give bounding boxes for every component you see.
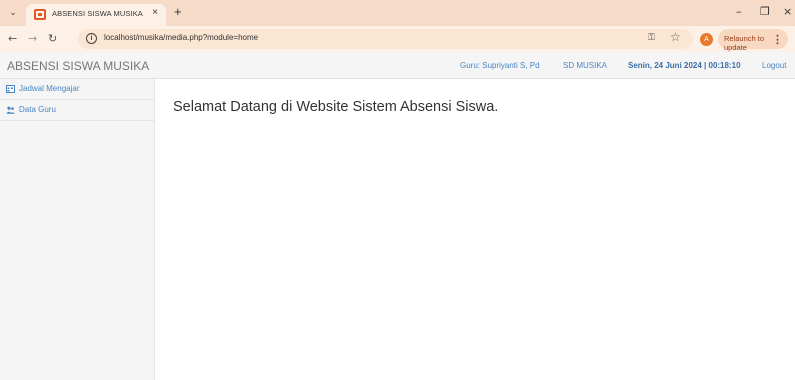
- tab-title: ABSENSI SISWA MUSIKA: [52, 9, 143, 18]
- password-key-icon[interactable]: ⚿: [648, 32, 655, 43]
- window-close-button[interactable]: ×: [783, 5, 792, 18]
- tab-search-chevron-icon[interactable]: ⌄: [6, 6, 20, 20]
- address-bar[interactable]: i localhost/musika/media.php?module=home…: [78, 29, 693, 49]
- reload-icon[interactable]: ↻: [48, 32, 57, 45]
- browser-tab-strip: ⌄ ABSENSI SISWA MUSIKA × + – ❐ ×: [0, 0, 795, 26]
- browser-tab[interactable]: ABSENSI SISWA MUSIKA ×: [26, 4, 166, 26]
- browser-toolbar: ← → ↻ i localhost/musika/media.php?modul…: [0, 26, 795, 52]
- profile-avatar[interactable]: A: [700, 33, 713, 46]
- back-arrow-icon[interactable]: ←: [8, 32, 17, 45]
- minimize-button[interactable]: –: [736, 5, 742, 18]
- current-datetime: Senin, 24 Juni 2024 | 00:18:10: [628, 61, 741, 70]
- site-navbar: ABSENSI SISWA MUSIKA Guru: Supriyanti S,…: [0, 52, 795, 79]
- logout-link[interactable]: Logout: [762, 61, 786, 70]
- site-brand[interactable]: ABSENSI SISWA MUSIKA: [7, 59, 149, 73]
- browser-menu-icon[interactable]: ⋮: [772, 33, 783, 46]
- url-text[interactable]: localhost/musika/media.php?module=home: [104, 33, 258, 42]
- school-name-link[interactable]: SD MUSIKA: [563, 61, 607, 70]
- forward-arrow-icon[interactable]: →: [28, 32, 37, 45]
- sidebar-item-label: Data Guru: [19, 105, 56, 114]
- new-tab-button[interactable]: +: [174, 4, 182, 19]
- guru-name-link[interactable]: Guru: Supriyanti S, Pd: [460, 61, 540, 70]
- site-info-icon[interactable]: i: [86, 33, 97, 44]
- tab-close-button[interactable]: ×: [152, 7, 158, 18]
- sidebar-item-jadwal-mengajar[interactable]: Jadwal Mengajar: [0, 79, 155, 100]
- schedule-icon: [6, 85, 15, 93]
- maximize-button[interactable]: ❐: [760, 5, 770, 18]
- sidebar: Jadwal Mengajar Data Guru: [0, 79, 155, 380]
- sidebar-item-label: Jadwal Mengajar: [19, 84, 80, 93]
- sidebar-item-data-guru[interactable]: Data Guru: [0, 100, 155, 121]
- site-favicon-icon: [34, 9, 46, 20]
- bookmark-star-icon[interactable]: ☆: [670, 30, 681, 44]
- relaunch-update-button[interactable]: Relaunch to update ⋮: [718, 29, 788, 52]
- welcome-message: Selamat Datang di Website Sistem Absensi…: [173, 99, 499, 115]
- teacher-icon: [6, 106, 15, 114]
- main-content: Selamat Datang di Website Sistem Absensi…: [156, 79, 795, 380]
